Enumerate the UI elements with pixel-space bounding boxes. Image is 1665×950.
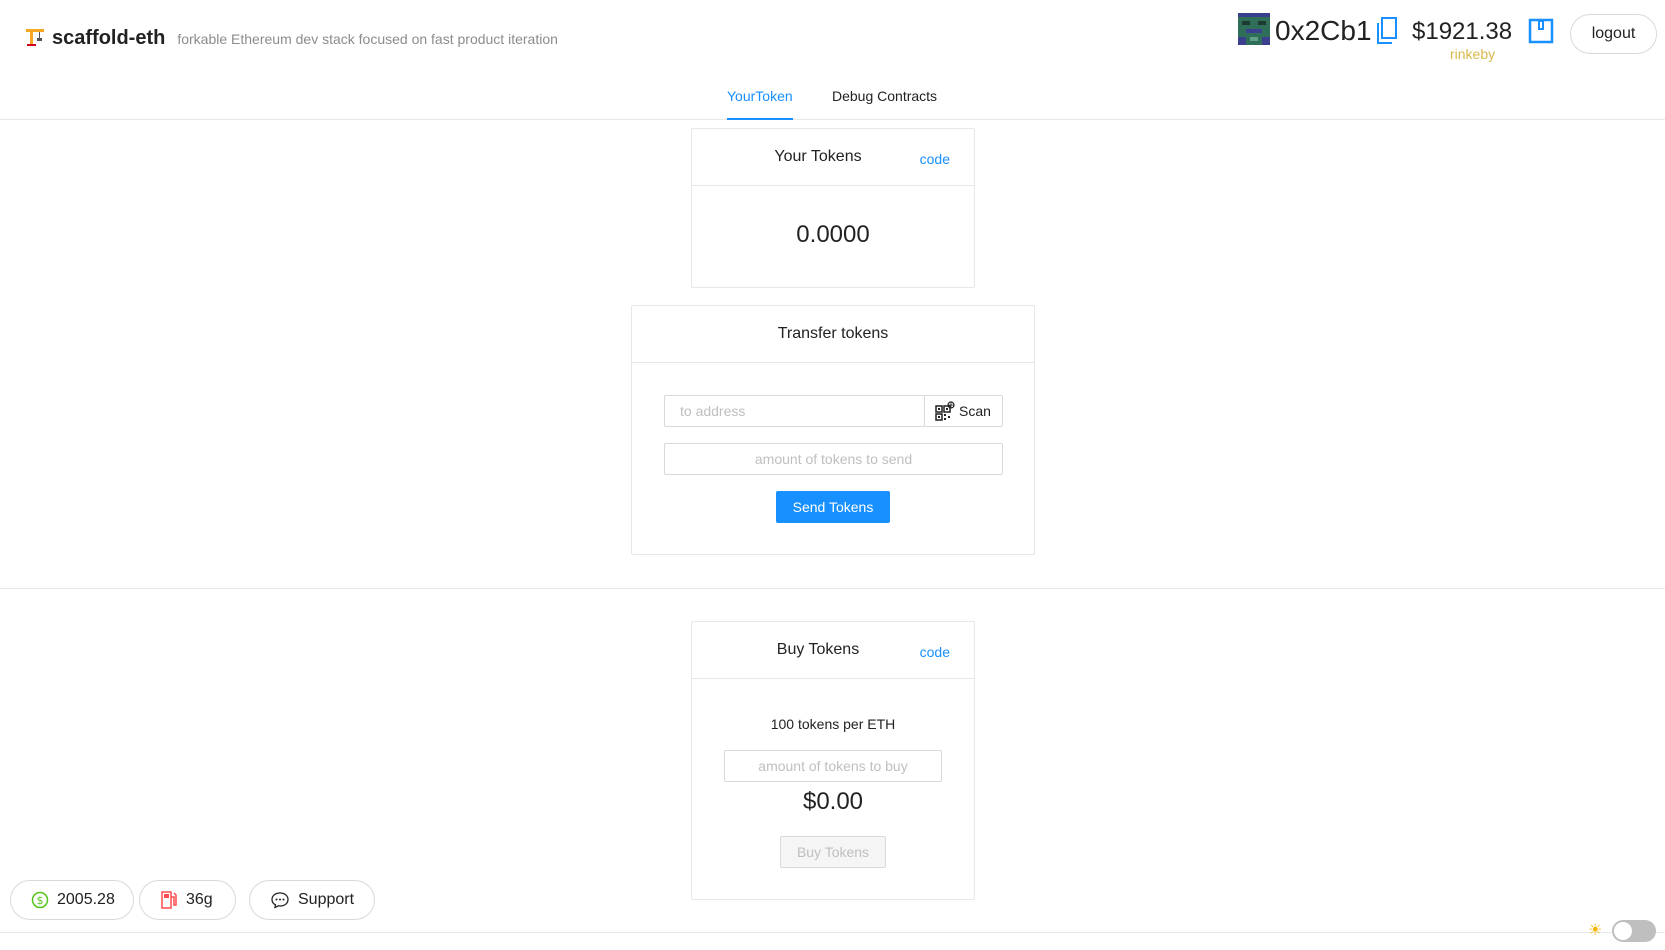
account-address[interactable]: 0x2Cb1 — [1275, 13, 1372, 49]
nav-tabs: YourToken Debug Contracts — [0, 70, 1665, 120]
support-button[interactable]: Support — [249, 880, 375, 920]
support-label: Support — [298, 891, 355, 908]
brand[interactable]: scaffold-eth forkable Ethereum dev stack… — [24, 22, 558, 50]
scan-button[interactable]: Scan — [925, 395, 1003, 427]
code-link[interactable]: code — [920, 151, 950, 167]
eth-price-button[interactable]: $ 2005.28 — [10, 880, 134, 920]
svg-text:$: $ — [37, 894, 44, 907]
card-header: Buy Tokens code — [692, 622, 974, 679]
buy-tokens-button[interactable]: Buy Tokens — [780, 836, 886, 868]
to-address-input[interactable]: to address — [664, 395, 925, 427]
gas-price-button[interactable]: 36g — [139, 880, 236, 920]
card-title: Buy Tokens — [776, 641, 860, 658]
eth-price: 2005.28 — [57, 891, 115, 908]
card-header: Transfer tokens — [632, 306, 1034, 363]
message-icon — [271, 892, 289, 909]
account-balance[interactable]: $1921.38 — [1412, 16, 1512, 48]
app-title: scaffold-eth — [52, 27, 166, 49]
amount-to-send-input[interactable]: amount of tokens to send — [664, 443, 1003, 475]
scan-label: Scan — [959, 403, 991, 419]
avatar — [1238, 13, 1270, 45]
buy-price: $0.00 — [802, 788, 864, 815]
theme-toggle[interactable] — [1612, 920, 1656, 942]
gas-price: 36g — [186, 891, 213, 908]
gas-pump-icon — [161, 891, 177, 909]
dollar-icon: $ — [31, 891, 49, 909]
send-tokens-button[interactable]: Send Tokens — [776, 491, 890, 523]
logout-button[interactable]: logout — [1570, 14, 1657, 54]
bottom-divider — [0, 932, 1665, 933]
card-header: Your Tokens code — [692, 129, 974, 186]
amount-to-buy-input[interactable]: amount of tokens to buy — [724, 750, 942, 782]
card-title: Transfer tokens — [777, 325, 889, 342]
code-link[interactable]: code — [920, 644, 950, 660]
buy-tokens-card: Buy Tokens code 100 tokens per ETH amoun… — [691, 621, 975, 900]
section-divider — [0, 588, 1665, 589]
token-rate: 100 tokens per ETH — [770, 716, 896, 732]
sun-icon: ☀ — [1588, 922, 1603, 939]
tab-debug-contracts[interactable]: Debug Contracts — [832, 88, 937, 118]
qrcode-icon — [935, 401, 955, 421]
token-balance: 0.0000 — [796, 221, 870, 248]
wallet-icon[interactable] — [1528, 18, 1554, 44]
toggle-knob — [1614, 922, 1632, 940]
card-title: Your Tokens — [774, 148, 862, 165]
network-label: rinkeby — [1450, 46, 1496, 62]
app-header: scaffold-eth forkable Ethereum dev stack… — [0, 0, 1665, 70]
copy-icon[interactable] — [1376, 17, 1398, 45]
transfer-tokens-card: Transfer tokens to address Scan amount o… — [631, 305, 1035, 555]
crane-icon — [26, 29, 44, 46]
tab-yourtoken[interactable]: YourToken — [727, 88, 793, 120]
app-subtitle: forkable Ethereum dev stack focused on f… — [177, 31, 558, 47]
your-tokens-card: Your Tokens code 0.0000 — [691, 128, 975, 288]
